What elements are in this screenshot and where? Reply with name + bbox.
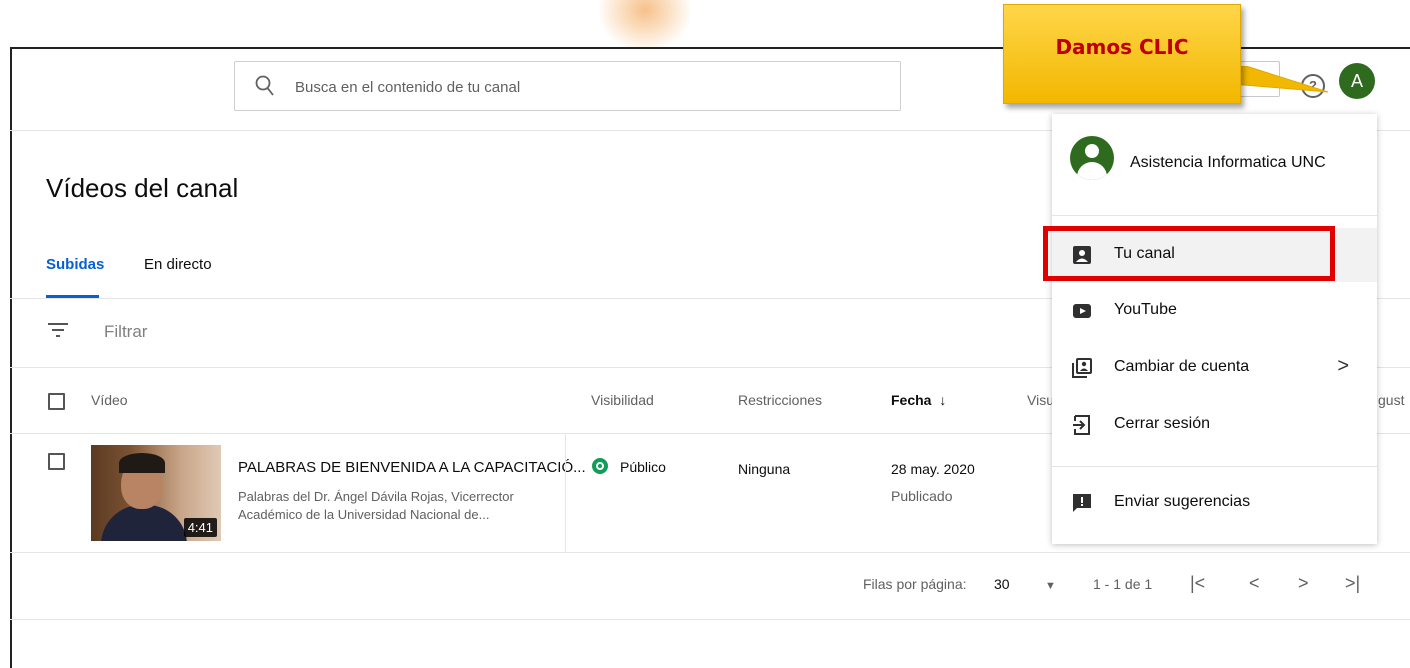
- visibility-value[interactable]: Público: [620, 459, 666, 475]
- switch-account-icon: [1072, 358, 1092, 378]
- header-visibility[interactable]: Visibilidad: [591, 392, 654, 408]
- video-description: Palabras del Dr. Ángel Dávila Rojas, Vic…: [238, 489, 514, 522]
- first-page-icon[interactable]: |<: [1190, 573, 1205, 594]
- menu-divider: [1052, 215, 1377, 216]
- video-title[interactable]: PALABRAS DE BIENVENIDA A LA CAPACITACIÓ.…: [238, 459, 586, 476]
- avatar-letter: A: [1350, 71, 1363, 91]
- menu-divider: [1052, 466, 1377, 467]
- menu-item-label: Cambiar de cuenta: [1114, 358, 1250, 375]
- account-avatar-icon: [1070, 136, 1114, 180]
- video-thumbnail[interactable]: 4:41: [91, 445, 221, 541]
- callout-text: Damos CLIC: [1055, 35, 1189, 59]
- filter-icon[interactable]: [48, 322, 68, 338]
- search-box[interactable]: [234, 61, 901, 111]
- date-value: 28 may. 2020: [891, 461, 975, 477]
- restrictions-value: Ninguna: [738, 461, 791, 477]
- column-divider: [565, 434, 566, 552]
- page-title: Vídeos del canal: [46, 173, 239, 203]
- select-all-checkbox[interactable]: [48, 393, 65, 410]
- callout-annotation: Damos CLIC: [1003, 4, 1241, 104]
- thumbnail-person-hair: [119, 453, 165, 473]
- header-views[interactable]: Visu: [1027, 392, 1054, 408]
- date-status: Publicado: [891, 488, 953, 504]
- sign-out-icon: [1073, 415, 1090, 435]
- chevron-right-icon: >: [1337, 355, 1349, 377]
- previous-page-icon[interactable]: <: [1249, 573, 1260, 594]
- background-decoration: [600, 0, 690, 50]
- header-date[interactable]: Fecha ↓: [891, 392, 946, 408]
- divider: [10, 619, 1410, 620]
- feedback-icon: [1073, 494, 1091, 512]
- search-icon: [255, 75, 274, 96]
- menu-item-enviar-sugerencias[interactable]: Enviar sugerencias: [1052, 476, 1377, 530]
- menu-item-cerrar-sesion[interactable]: Cerrar sesión: [1052, 398, 1377, 452]
- header-restrictions[interactable]: Restricciones: [738, 392, 822, 408]
- tab-en-directo[interactable]: En directo: [144, 256, 212, 273]
- menu-item-youtube[interactable]: YouTube: [1052, 284, 1377, 338]
- header-video: Vídeo: [91, 392, 128, 408]
- page-range: 1 - 1 de 1: [1093, 576, 1153, 592]
- rows-dropdown-icon[interactable]: ▼: [1045, 580, 1056, 592]
- video-duration: 4:41: [183, 518, 217, 537]
- filter-input[interactable]: Filtrar: [104, 322, 147, 342]
- highlight-annotation-box: [1043, 226, 1335, 281]
- account-avatar-button[interactable]: A: [1339, 63, 1375, 99]
- sort-down-arrow-icon: ↓: [939, 392, 947, 408]
- search-input[interactable]: [295, 74, 855, 100]
- last-page-icon[interactable]: >|: [1345, 573, 1360, 594]
- row-checkbox[interactable]: [48, 453, 65, 470]
- menu-item-label: Cerrar sesión: [1114, 415, 1211, 432]
- rows-per-page-label: Filas por página:: [863, 576, 967, 592]
- menu-item-label: Enviar sugerencias: [1114, 493, 1251, 510]
- account-menu: Asistencia Informatica UNC Tu canal YouT…: [1052, 114, 1377, 544]
- thumbnail-person-body: [101, 505, 187, 541]
- divider: [10, 552, 1410, 553]
- public-visibility-icon: [592, 458, 608, 474]
- rows-per-page-value[interactable]: 30: [994, 576, 1010, 592]
- header-likes[interactable]: gust: [1378, 392, 1404, 408]
- account-name: Asistencia Informatica UNC: [1130, 154, 1326, 171]
- tab-subidas[interactable]: Subidas: [46, 256, 104, 273]
- youtube-icon: [1073, 304, 1091, 318]
- header-date-label: Fecha: [891, 392, 932, 408]
- callout-pointer: [1232, 66, 1328, 93]
- next-page-icon[interactable]: >: [1298, 573, 1309, 594]
- menu-item-cambiar-cuenta[interactable]: Cambiar de cuenta >: [1052, 341, 1377, 395]
- menu-item-label: YouTube: [1114, 301, 1177, 318]
